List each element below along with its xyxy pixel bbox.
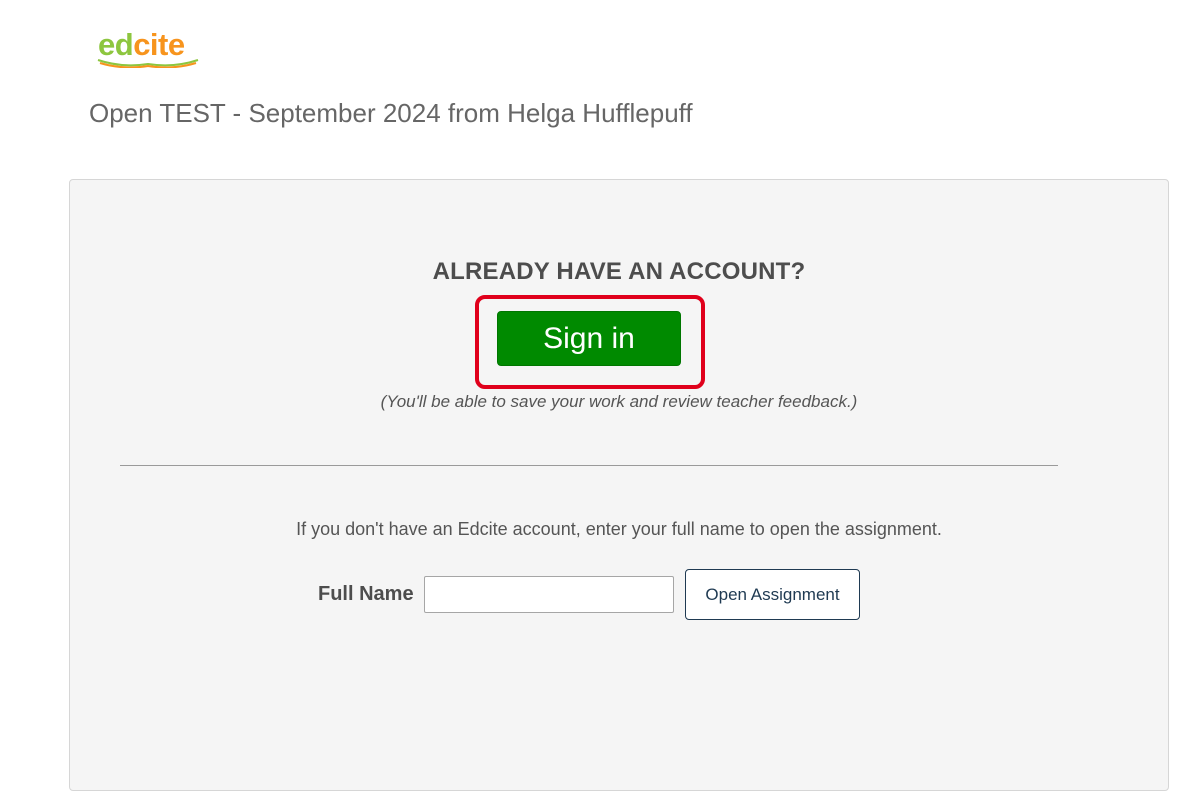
sign-in-button[interactable]: Sign in bbox=[497, 311, 681, 366]
full-name-label: Full Name bbox=[318, 583, 414, 605]
signin-note: (You'll be able to save your work and re… bbox=[380, 392, 858, 411]
login-panel: ALREADY HAVE AN ACCOUNT? Sign in (You'll… bbox=[69, 179, 1169, 791]
already-have-account-heading: ALREADY HAVE AN ACCOUNT? bbox=[432, 258, 806, 285]
section-divider bbox=[120, 465, 1058, 466]
full-name-input[interactable] bbox=[424, 576, 674, 613]
page-title: Open TEST - September 2024 from Helga Hu… bbox=[89, 98, 693, 128]
book-swoosh-icon bbox=[97, 59, 199, 68]
open-assignment-button[interactable]: Open Assignment bbox=[685, 569, 860, 620]
edcite-logo[interactable]: edcite bbox=[96, 26, 200, 70]
page: edcite Open TEST - September 2024 from H… bbox=[0, 0, 1194, 799]
guest-instructions: If you don't have an Edcite account, ent… bbox=[296, 519, 942, 539]
